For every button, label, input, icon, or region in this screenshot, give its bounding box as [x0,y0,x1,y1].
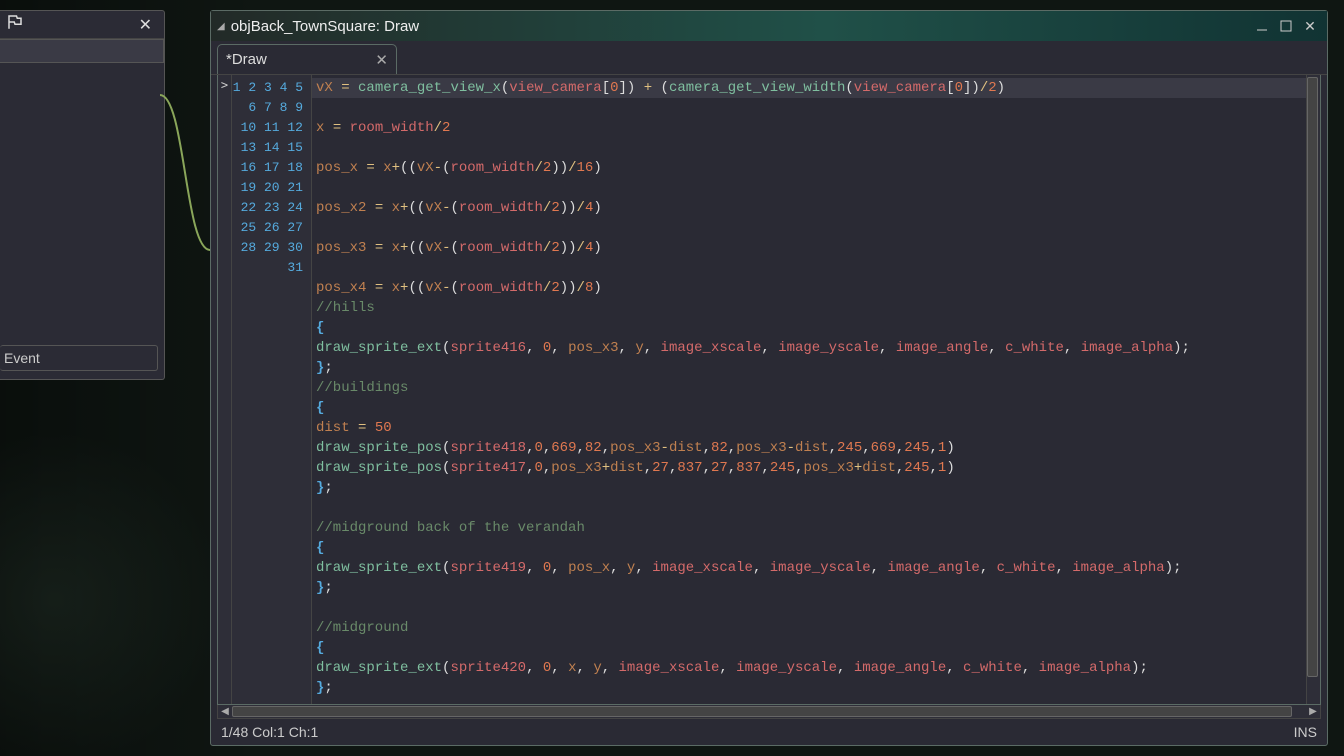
object-inspector-panel: ✕ Event [0,10,165,380]
code-editor-window: ◢ objBack_TownSquare: Draw ✕ *Draw ✕ > 1… [210,10,1328,746]
breakpoint-gutter[interactable]: > [218,75,232,704]
code-area-frame: > 1 2 3 4 5 6 7 8 9 10 11 12 13 14 15 16… [217,75,1321,705]
editor-tabs: *Draw ✕ [211,41,1327,75]
hscroll-thumb[interactable] [232,706,1292,717]
tab-draw[interactable]: *Draw ✕ [217,44,397,74]
panel-close-button[interactable]: ✕ [133,13,158,37]
status-bar: 1/48 Col:1 Ch:1 INS [211,719,1327,745]
vertical-scrollbar[interactable] [1306,75,1320,704]
maximize-button[interactable] [1275,17,1297,35]
line-number-gutter[interactable]: 1 2 3 4 5 6 7 8 9 10 11 12 13 14 15 16 1… [232,75,312,704]
titlebar-tri-icon: ◢ [217,21,225,32]
close-button[interactable]: ✕ [1299,17,1321,35]
flag-icon [6,13,24,36]
vertical-scroll-thumb[interactable] [1307,77,1318,677]
horizontal-scrollbar[interactable]: ◀ ▶ [217,705,1321,719]
window-titlebar[interactable]: ◢ objBack_TownSquare: Draw ✕ [211,11,1327,41]
window-title: objBack_TownSquare: Draw [231,18,419,35]
status-insert-mode: INS [1294,724,1317,740]
hscroll-left-button[interactable]: ◀ [218,705,232,718]
minimize-button[interactable] [1251,17,1273,35]
code-text-area[interactable]: vX = camera_get_view_x(view_camera[0]) +… [312,75,1320,704]
tab-label: *Draw [226,51,267,68]
tab-close-icon[interactable]: ✕ [375,51,388,69]
status-position: 1/48 Col:1 Ch:1 [221,724,318,740]
gutter-marker: > [221,78,228,92]
code-text[interactable]: vX = camera_get_view_x(view_camera[0]) +… [312,75,1320,698]
inspector-header-row [0,39,164,63]
add-event-label: Event [4,350,40,366]
add-event-button[interactable]: Event [0,345,158,371]
hscroll-track[interactable] [232,705,1306,718]
hscroll-right-button[interactable]: ▶ [1306,705,1320,718]
